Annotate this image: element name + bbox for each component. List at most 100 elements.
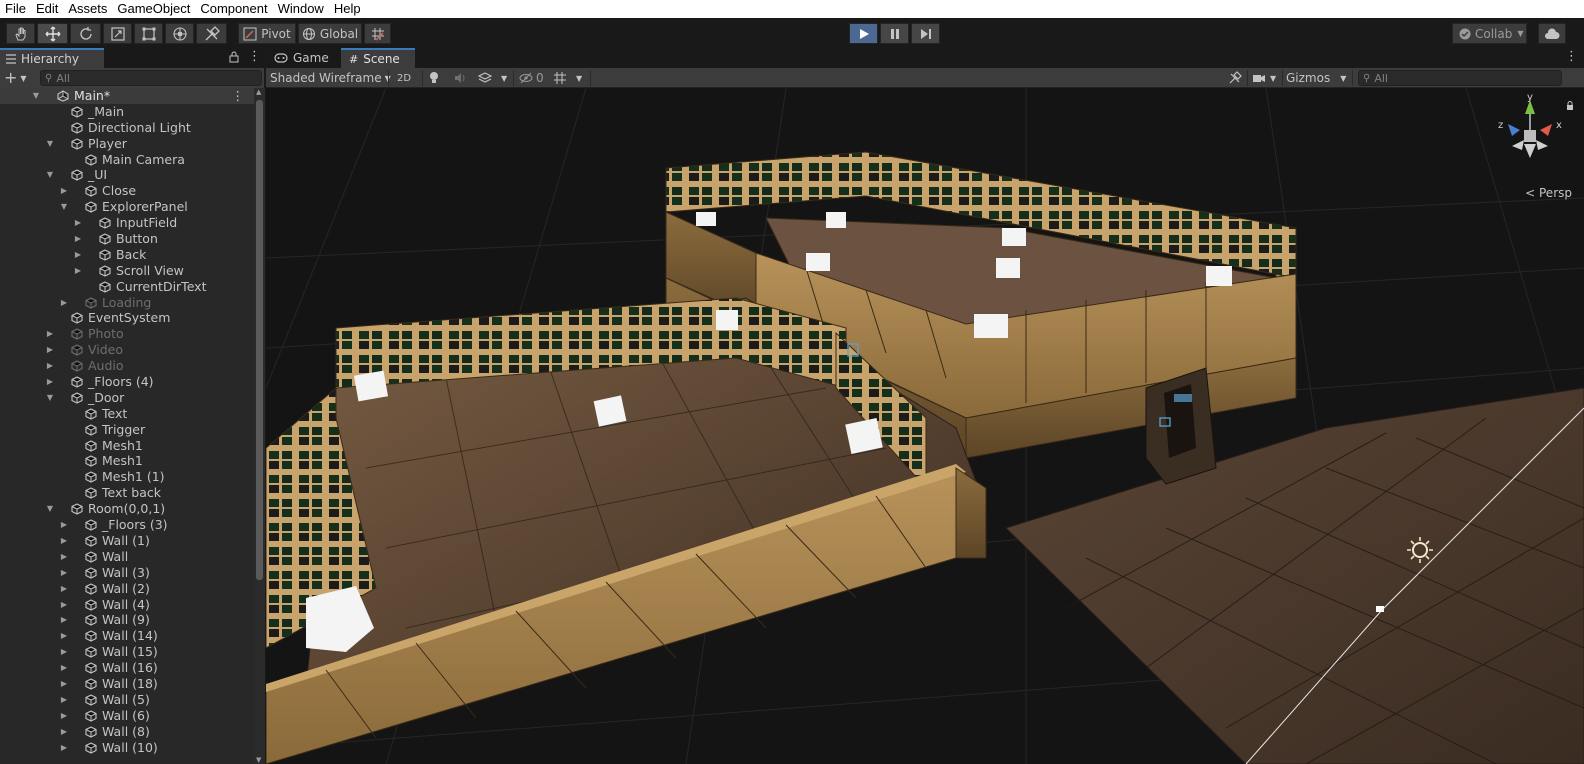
hierarchy-row[interactable]: ▶ _Floors (3) [0,517,254,533]
audio-toggle[interactable] [454,68,466,88]
draw-mode-dropdown[interactable]: Shaded Wireframe ▼ [270,68,391,88]
step-button[interactable] [911,23,940,44]
foldout-closed-icon[interactable]: ▶ [59,692,69,708]
foldout-closed-icon[interactable]: ▶ [73,215,83,231]
foldout-closed-icon[interactable]: ▶ [59,549,69,565]
foldout-closed-icon[interactable]: ▶ [59,597,69,613]
toggle-2d-button[interactable]: 2D [397,68,411,88]
hierarchy-row[interactable]: ▶ Wall (8) [0,724,254,740]
scene-search-input[interactable]: ⚲ All [1358,70,1562,86]
foldout-closed-icon[interactable]: ▶ [45,326,55,342]
hierarchy-row[interactable]: Text [0,406,254,422]
foldout-closed-icon[interactable]: ▶ [59,628,69,644]
foldout-open-icon[interactable]: ▼ [45,167,55,183]
foldout-open-icon[interactable]: ▼ [45,390,55,406]
foldout-closed-icon[interactable]: ▶ [59,533,69,549]
menu-edit[interactable]: Edit [31,0,63,18]
hierarchy-row[interactable]: ▶ Wall (18) [0,676,254,692]
hierarchy-row[interactable]: ▶ Close [0,183,254,199]
foldout-closed-icon[interactable]: ▶ [59,676,69,692]
hierarchy-row[interactable]: Text back [0,485,254,501]
scroll-up-icon[interactable]: ▲ [256,88,261,96]
foldout-open-icon[interactable]: ▼ [45,136,55,152]
tab-game[interactable]: Game [266,48,340,68]
foldout-closed-icon[interactable]: ▶ [59,724,69,740]
foldout-closed-icon[interactable]: ▶ [59,644,69,660]
grid-snap-dropdown[interactable]: ▼ [553,68,582,88]
foldout-closed-icon[interactable]: ▶ [59,660,69,676]
hierarchy-row[interactable]: CurrentDirText [0,279,254,295]
foldout-open-icon[interactable]: ▼ [31,88,41,104]
foldout-closed-icon[interactable]: ▶ [59,565,69,581]
menu-file[interactable]: File [0,0,31,18]
global-toggle[interactable]: Global [298,23,362,44]
tab-hierarchy[interactable]: Hierarchy [0,48,104,68]
hierarchy-row[interactable]: ▶ Wall (16) [0,660,254,676]
hierarchy-row[interactable]: ▼ ExplorerPanel [0,199,254,215]
tools-visibility-toggle[interactable] [1228,68,1242,88]
create-button[interactable]: + ▼ [4,68,27,89]
foldout-closed-icon[interactable]: ▶ [59,517,69,533]
scale-tool-button[interactable] [103,23,132,44]
hierarchy-row[interactable]: ▼ Main* ⋮ [0,88,254,104]
foldout-closed-icon[interactable]: ▶ [45,358,55,374]
hierarchy-row[interactable]: EventSystem [0,310,254,326]
hierarchy-row[interactable]: ▶ Wall [0,549,254,565]
hierarchy-row[interactable]: ▶ Wall (4) [0,597,254,613]
transform-tool-button[interactable] [165,23,194,44]
hierarchy-row[interactable]: Mesh1 [0,453,254,469]
panel-menu-icon[interactable]: ⋮ [1565,49,1578,64]
projection-toggle[interactable]: < Persp [1525,186,1572,200]
collab-dropdown[interactable]: Collab ▼ [1452,23,1527,44]
hierarchy-row[interactable]: ▼ Room(0,0,1) [0,501,254,517]
foldout-closed-icon[interactable]: ▶ [59,612,69,628]
hierarchy-row[interactable]: ▼ _UI [0,167,254,183]
hierarchy-row[interactable]: ▶ Wall (10) [0,740,254,756]
hierarchy-row[interactable]: ▼ Player [0,136,254,152]
cloud-button[interactable] [1538,23,1566,44]
foldout-closed-icon[interactable]: ▶ [73,247,83,263]
foldout-closed-icon[interactable]: ▶ [45,342,55,358]
hand-tool-button[interactable] [6,23,35,44]
orientation-gizmo[interactable]: y x z [1490,92,1570,172]
menu-assets[interactable]: Assets [63,0,112,18]
lock-icon[interactable] [229,51,239,66]
hierarchy-scrollbar[interactable]: ▲ ▼ [254,88,265,764]
gizmo-lock-icon[interactable] [1566,100,1574,114]
foldout-closed-icon[interactable]: ▶ [59,581,69,597]
hierarchy-row[interactable]: ▶ InputField [0,215,254,231]
hierarchy-row[interactable]: ▼ _Door [0,390,254,406]
rotate-tool-button[interactable] [70,23,101,44]
hierarchy-row[interactable]: Main Camera [0,152,254,168]
hierarchy-row[interactable]: ▶ Wall (6) [0,708,254,724]
camera-settings-dropdown[interactable]: ▼ [1252,68,1276,88]
foldout-closed-icon[interactable]: ▶ [73,231,83,247]
hierarchy-row[interactable]: ▶ Wall (14) [0,628,254,644]
hierarchy-search-input[interactable]: ⚲ All [40,70,262,86]
foldout-closed-icon[interactable]: ▶ [73,263,83,279]
hierarchy-row[interactable]: ▶ _Floors (4) [0,374,254,390]
move-tool-button[interactable] [37,23,68,44]
hierarchy-row[interactable]: ▶ Wall (1) [0,533,254,549]
scene-menu-icon[interactable]: ⋮ [232,88,245,104]
tab-scene[interactable]: # Scene [341,48,415,68]
hierarchy-row[interactable]: Trigger [0,422,254,438]
custom-tool-button[interactable] [196,23,227,44]
hierarchy-row[interactable]: ▶ Scroll View [0,263,254,279]
hierarchy-row[interactable]: ▶ Wall (3) [0,565,254,581]
hierarchy-row[interactable]: ▶ Audio [0,358,254,374]
effects-dropdown[interactable]: ▼ [478,68,507,88]
hierarchy-row[interactable]: ▶ Button [0,231,254,247]
hierarchy-row[interactable]: ▶ Wall (5) [0,692,254,708]
pause-button[interactable] [880,23,909,44]
hierarchy-row[interactable]: ▶ Wall (9) [0,612,254,628]
hierarchy-row[interactable]: ▶ Wall (15) [0,644,254,660]
foldout-closed-icon[interactable]: ▶ [45,374,55,390]
menu-gameobject[interactable]: GameObject [112,0,195,18]
hierarchy-row[interactable]: ▶ Back [0,247,254,263]
hidden-objects-toggle[interactable]: 0 [519,68,544,88]
menu-window[interactable]: Window [273,0,329,18]
hierarchy-row[interactable]: _Main [0,104,254,120]
snap-toggle[interactable] [364,23,391,44]
panel-menu-icon[interactable]: ⋮ [248,49,261,64]
